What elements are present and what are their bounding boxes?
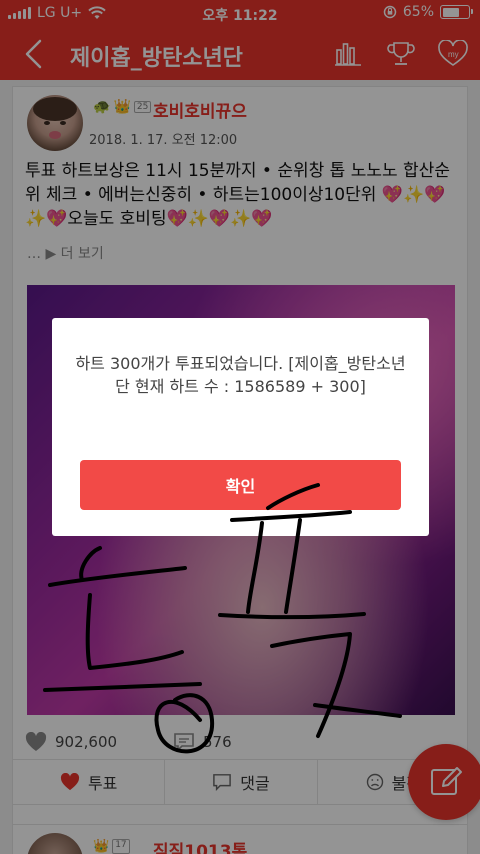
vote-confirm-dialog: 하트 300개가 투표되었습니다. [제이홉_방탄소년단 현재 하트 수 : 1… — [52, 318, 429, 536]
dialog-message: 하트 300개가 투표되었습니다. [제이홉_방탄소년단 현재 하트 수 : 1… — [75, 354, 406, 396]
confirm-button[interactable]: 확인 — [80, 460, 401, 510]
